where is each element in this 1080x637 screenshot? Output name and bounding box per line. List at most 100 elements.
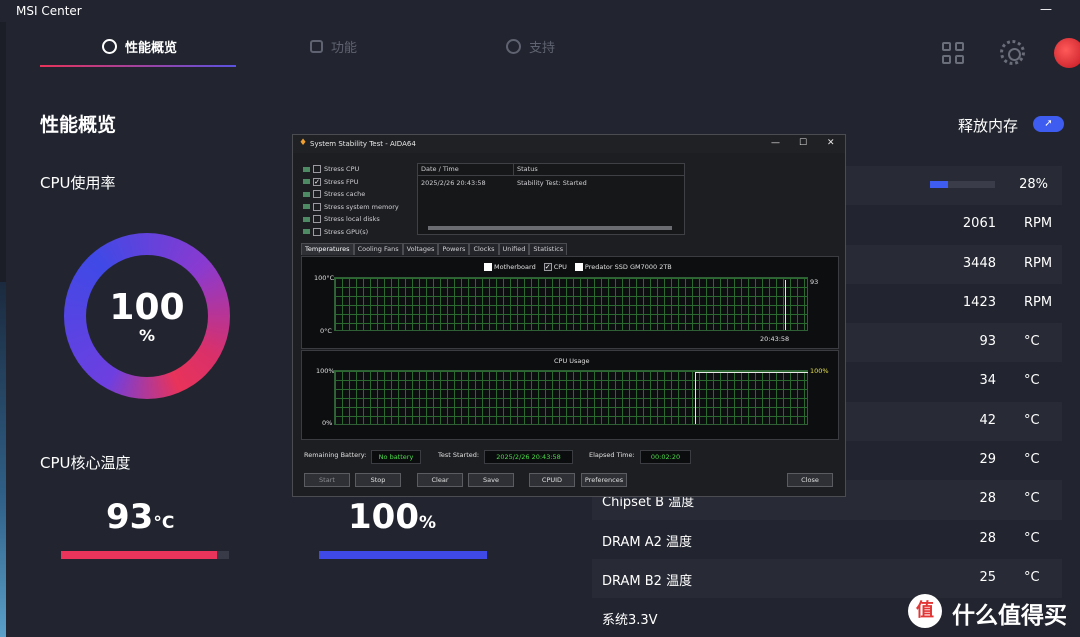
battery-value: No battery: [371, 450, 421, 464]
tab-label: 功能: [331, 40, 358, 56]
cpu-usage-unit: %: [138, 326, 156, 345]
sensor-unit: RPM: [1024, 255, 1053, 271]
watermark-logo: 值: [908, 594, 942, 628]
battery-label: Remaining Battery:: [304, 451, 367, 459]
graph-tab[interactable]: Statistics: [529, 243, 568, 255]
stress-label: Stress GPU(s): [324, 227, 369, 236]
cpu-temp-number: 93: [106, 497, 154, 537]
graph-tab[interactable]: Unified: [498, 243, 530, 255]
sensor-value: 3448: [962, 255, 996, 271]
memory-bar-fill: [930, 181, 949, 188]
cpu-temp-trace: [785, 280, 786, 330]
checkbox[interactable]: [313, 227, 321, 236]
checkbox[interactable]: ✓: [543, 263, 552, 271]
temp-time: 20:43:58: [760, 335, 790, 343]
page-title: 性能概览: [40, 114, 117, 136]
active-tab-indicator: [40, 65, 236, 67]
log-scrollbar[interactable]: [428, 226, 672, 230]
usage-trace-rise: [695, 372, 696, 424]
avatar[interactable]: [1054, 38, 1080, 68]
cpu-usage-ring: 100 %: [64, 233, 230, 399]
stress-label: Stress CPU: [324, 165, 360, 173]
cpu-usage-value: 100: [109, 287, 185, 328]
checkbox[interactable]: [574, 263, 583, 271]
graph-tab[interactable]: Clocks: [469, 243, 499, 255]
clear-button[interactable]: Clear: [417, 473, 463, 487]
sensor-value: 2061: [962, 216, 996, 232]
usage-current-value: 100%: [810, 367, 829, 375]
graph-tab[interactable]: Cooling Fans: [353, 243, 403, 255]
component-icon: [303, 216, 310, 222]
temp-plot: [334, 277, 808, 331]
cpu-usage-graph: CPU Usage 100% 0% 100%: [301, 350, 839, 440]
stress-label: Stress FPU: [324, 177, 359, 186]
sensor-unit: °C: [1024, 334, 1040, 350]
sensor-label: DRAM A2 温度: [602, 534, 693, 550]
cpuid-button[interactable]: CPUID: [529, 473, 575, 487]
temp-current-value: 93: [810, 278, 819, 286]
gpu-usage-bar-fill: [319, 551, 487, 559]
checkbox[interactable]: [313, 215, 321, 223]
tab-label: 支持: [529, 40, 556, 56]
maximize-icon[interactable]: ☐: [799, 138, 807, 148]
grid-icon[interactable]: [942, 42, 964, 64]
gpu-usage-number: 100: [348, 497, 419, 537]
elapsed-value: 00:02:20: [640, 450, 691, 464]
desktop-edge: [0, 22, 6, 637]
stress-option[interactable]: ✓ Stress FPU: [303, 177, 358, 187]
stress-option[interactable]: Stress local disks: [303, 214, 380, 224]
stop-button[interactable]: Stop: [355, 473, 401, 487]
minimize-icon[interactable]: —: [771, 138, 780, 148]
sensor-value: 42: [979, 412, 996, 428]
tab-features[interactable]: 功能: [310, 36, 357, 56]
tab-performance[interactable]: 性能概览: [102, 36, 177, 56]
usage-plot: [334, 370, 808, 425]
aida-title-bar[interactable]: ♦ System Stability Test - AIDA64 — ☐ ✕: [293, 135, 845, 153]
sensor-unit: RPM: [1024, 216, 1053, 232]
checkbox[interactable]: [313, 202, 321, 211]
legend-motherboard[interactable]: Motherboard: [484, 263, 536, 271]
graph-tab[interactable]: Voltages: [402, 243, 439, 255]
sensor-unit: °C: [1024, 569, 1040, 585]
component-icon: [303, 179, 310, 184]
tab-support[interactable]: 支持: [506, 36, 555, 56]
sensor-unit: °C: [1024, 530, 1040, 546]
cpu-temp-bar: [61, 551, 229, 559]
release-memory-button[interactable]: ➚: [1033, 116, 1064, 132]
checkbox[interactable]: [484, 263, 492, 271]
gpu-usage-bar: [319, 551, 487, 559]
gpu-usage-value: 100%: [348, 497, 436, 537]
status-log: Date / Time Status 2025/2/26 20:43:58 St…: [417, 163, 685, 235]
stress-option[interactable]: Stress system memory: [303, 202, 399, 212]
sensor-value: 29: [979, 452, 996, 468]
stress-label: Stress local disks: [324, 215, 380, 223]
close-button[interactable]: Close: [787, 473, 833, 487]
sensor-unit: °C: [1024, 373, 1040, 389]
sensor-value: 28: [979, 530, 996, 546]
component-icon: [303, 229, 310, 234]
preferences-button[interactable]: Preferences: [581, 473, 627, 487]
legend-cpu[interactable]: ✓ CPU: [543, 263, 567, 271]
checkbox[interactable]: [313, 190, 321, 198]
graph-tab[interactable]: Powers: [438, 243, 470, 255]
close-icon[interactable]: ✕: [827, 138, 835, 148]
usage-y-top: 100%: [316, 367, 335, 375]
stress-option[interactable]: Stress CPU: [303, 164, 359, 174]
gear-icon[interactable]: [1000, 40, 1025, 65]
minimize-icon[interactable]: —: [1040, 2, 1052, 16]
legend-ssd[interactable]: Predator SSD GM7000 2TB: [574, 263, 672, 271]
cpu-temp-label: CPU核心温度: [40, 454, 131, 472]
sensor-value: 93: [979, 334, 996, 350]
sensor-value: 34: [979, 373, 996, 389]
graph-tab[interactable]: Temperatures: [301, 243, 354, 255]
checkbox[interactable]: ✓: [313, 177, 321, 186]
cpu-temp-unit: °C: [153, 513, 175, 533]
stress-option[interactable]: Stress cache: [303, 189, 365, 199]
sensor-label: DRAM B2 温度: [602, 573, 693, 589]
cpu-temp-bar-fill: [61, 551, 218, 559]
save-button[interactable]: Save: [468, 473, 514, 487]
component-icon: [303, 204, 310, 209]
start-button[interactable]: Start: [304, 473, 350, 487]
stress-option[interactable]: Stress GPU(s): [303, 227, 368, 237]
checkbox[interactable]: [313, 165, 321, 173]
